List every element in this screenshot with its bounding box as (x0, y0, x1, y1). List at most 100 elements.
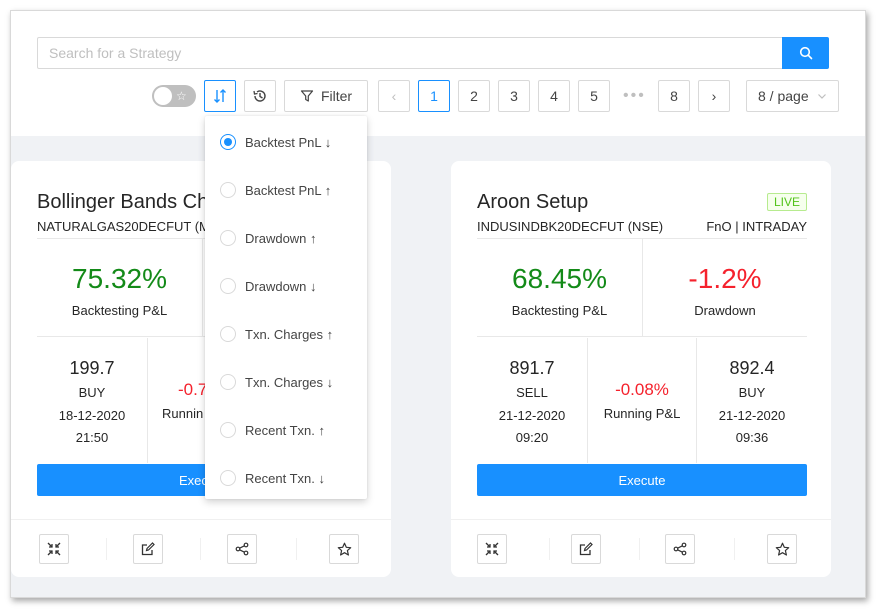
radio-button[interactable] (220, 230, 236, 246)
radio-button[interactable] (220, 422, 236, 438)
edit-button[interactable] (133, 534, 163, 564)
page-number: 3 (510, 88, 518, 104)
sort-option-label: Recent Txn. ↓ (245, 470, 325, 486)
divider (734, 538, 735, 560)
entry-trade: 891.7 SELL 21-12-2020 09:20 (477, 338, 587, 463)
page-size-select[interactable]: 8 / page (746, 80, 839, 112)
prev-page-button[interactable]: ‹ (378, 80, 410, 112)
page-1-button[interactable]: 1 (418, 80, 450, 112)
sort-option-label: Backtest PnL ↓ (245, 134, 332, 150)
share-button[interactable] (227, 534, 257, 564)
edit-icon (579, 542, 593, 556)
live-badge: LIVE (766, 193, 807, 211)
edit-button[interactable] (571, 534, 601, 564)
share-icon (673, 542, 687, 556)
execute-button[interactable]: Execute (477, 464, 807, 496)
divider (200, 538, 201, 560)
sort-option-label: Drawdown ↓ (245, 278, 317, 294)
strategy-title: Aroon Setup (477, 191, 589, 213)
exit-price: 892.4 (729, 358, 775, 378)
entry-price: 199.7 (69, 358, 115, 378)
page-ellipsis[interactable]: ••• (623, 87, 646, 105)
radio-button[interactable] (220, 278, 236, 294)
page-8-button[interactable]: 8 (658, 80, 690, 112)
sort-icon (214, 89, 226, 103)
chevron-down-icon (817, 94, 826, 99)
share-icon (235, 542, 249, 556)
page-5-button[interactable]: 5 (578, 80, 610, 112)
expand-icon (47, 542, 61, 556)
radio-button[interactable] (220, 182, 236, 198)
execute-label: Execute (618, 472, 666, 488)
favorites-toggle[interactable]: ☆ (152, 85, 196, 107)
sort-option-label: Recent Txn. ↑ (245, 422, 325, 438)
sort-button[interactable] (204, 80, 236, 112)
radio-button[interactable] (220, 470, 236, 486)
divider (106, 538, 107, 560)
backtest-pnl-label: Backtesting P&L (71, 303, 168, 318)
card-actions (11, 519, 391, 577)
history-icon (253, 90, 266, 102)
backtest-pnl-value: 75.32% (72, 263, 167, 294)
strategy-title: Bollinger Bands Ch (37, 191, 209, 213)
exit-side: BUY (738, 385, 766, 400)
filter-button[interactable]: Filter (284, 80, 368, 112)
backtest-pnl-value: 68.45% (512, 263, 607, 294)
chevron-left-icon: ‹ (391, 88, 397, 104)
filter-icon (300, 90, 314, 102)
running-pnl-value: -0.08% (615, 380, 669, 399)
divider (296, 538, 297, 560)
sort-option[interactable]: Backtest PnL ↓ (220, 132, 331, 152)
page-2-button[interactable]: 2 (458, 80, 490, 112)
sort-option[interactable]: Drawdown ↑ (220, 228, 317, 248)
radio-button[interactable] (220, 326, 236, 342)
share-button[interactable] (665, 534, 695, 564)
sort-option[interactable]: Recent Txn. ↑ (220, 420, 325, 440)
expand-button[interactable] (477, 534, 507, 564)
page-number: 8 (670, 88, 678, 104)
backtest-pnl-label: Backtesting P&L (511, 303, 608, 318)
sort-option-label: Drawdown ↑ (245, 230, 317, 246)
star-icon: ☆ (176, 89, 187, 103)
expand-button[interactable] (39, 534, 69, 564)
page-number: 5 (590, 88, 598, 104)
entry-side: BUY (78, 385, 106, 400)
favorite-button[interactable] (329, 534, 359, 564)
radio-button[interactable] (220, 374, 236, 390)
trade-details: 891.7 SELL 21-12-2020 09:20 -0.08% Runni… (477, 338, 807, 463)
page-3-button[interactable]: 3 (498, 80, 530, 112)
sort-option[interactable]: Backtest PnL ↑ (220, 180, 331, 200)
app-window: ☆ Filter ‹ 1 (10, 10, 866, 598)
radio-selected[interactable] (220, 134, 236, 150)
running-pnl: -0.08% Running P&L (587, 338, 697, 463)
search-input[interactable] (37, 37, 783, 69)
search-panel: ☆ Filter ‹ 1 (11, 11, 865, 136)
sort-option-label: Backtest PnL ↑ (245, 182, 332, 198)
page-number: 4 (550, 88, 558, 104)
sort-option-label: Txn. Charges ↑ (245, 326, 334, 342)
divider (549, 538, 550, 560)
exit-time: 09:36 (735, 430, 769, 445)
running-pnl-label: Running P&L (603, 406, 681, 421)
entry-trade: 199.7 BUY 18-12-2020 21:50 (37, 338, 147, 463)
strategy-symbol: INDUSINDBK20DECFUT (NSE) (477, 219, 664, 234)
search-button[interactable] (782, 37, 829, 69)
drawdown-value: -1.2% (688, 263, 762, 294)
entry-price: 891.7 (509, 358, 555, 378)
sort-option[interactable]: Txn. Charges ↑ (220, 324, 333, 344)
history-button[interactable] (244, 80, 276, 112)
sort-option[interactable]: Drawdown ↓ (220, 276, 317, 296)
sort-option[interactable]: Txn. Charges ↓ (220, 372, 333, 392)
page-4-button[interactable]: 4 (538, 80, 570, 112)
entry-time: 21:50 (75, 430, 109, 445)
drawdown-label: Drawdown (694, 303, 756, 318)
divider (639, 538, 640, 560)
next-page-button[interactable]: › (698, 80, 730, 112)
edit-icon (141, 542, 155, 556)
expand-icon (485, 542, 499, 556)
favorite-button[interactable] (767, 534, 797, 564)
page-number: 1 (430, 88, 438, 104)
chevron-right-icon: › (711, 88, 717, 104)
sort-option[interactable]: Recent Txn. ↓ (220, 468, 325, 488)
page-size-value: 8 / page (758, 88, 809, 104)
